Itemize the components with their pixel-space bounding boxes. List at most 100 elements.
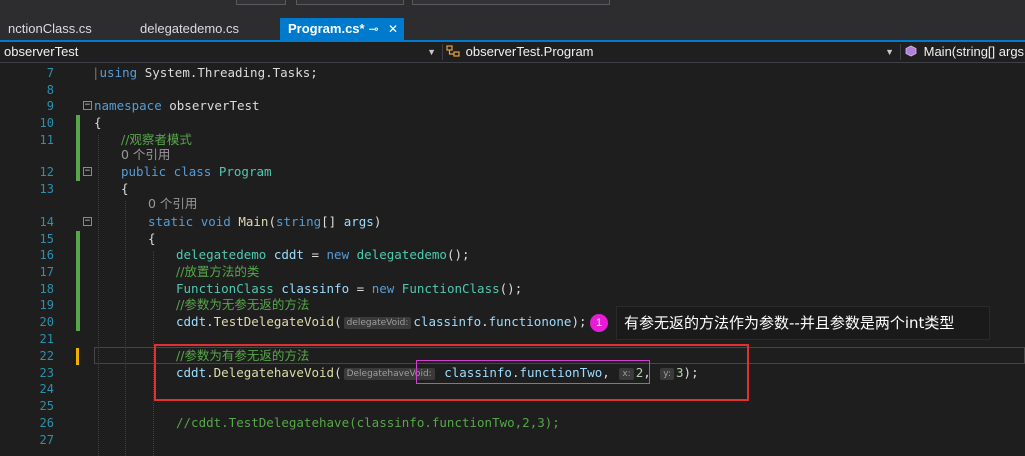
parameter: args (343, 214, 374, 229)
code-token: { (121, 181, 129, 196)
nav-divider (900, 44, 901, 60)
method-icon (904, 43, 918, 57)
document-tab-bar: nctionClass.cs delegatedemo.cs Program.c… (0, 18, 1025, 42)
member-dropdown[interactable]: Main(string[] args (902, 42, 1025, 62)
type-name: FunctionClass (176, 281, 274, 296)
class-name: observerTest.Program (465, 44, 594, 59)
type-name: delegatedemo (356, 247, 447, 262)
keyword: new (371, 281, 395, 296)
line-number: 26 (39, 416, 54, 430)
code-token: observerTest (161, 98, 260, 113)
code-line: 14 − static void Main(string[] args) (0, 214, 1025, 231)
line-number: 15 (39, 232, 54, 246)
line-number: 12 (39, 165, 54, 179)
code-line: 7 |using System.Threading.Tasks; (0, 65, 1025, 82)
type-name: Program (218, 164, 272, 179)
line-number: 9 (46, 99, 54, 113)
code-token: = (303, 247, 327, 262)
toolbar-combo[interactable] (296, 0, 404, 5)
reference-count-lens[interactable]: 0 个引用 (121, 147, 170, 163)
code-text: FunctionClass classinfo = new FunctionCl… (176, 281, 522, 297)
line-number: 13 (39, 182, 54, 196)
code-line: 11 //观察者模式 0 个引用 (0, 132, 1025, 164)
line-number: 17 (39, 265, 54, 279)
tab-label: nctionClass.cs (8, 21, 92, 36)
code-token: (); (446, 247, 470, 262)
code-text: { (121, 181, 129, 197)
code-line: 12 − public class Program (0, 164, 1025, 181)
line-number: 24 (39, 382, 54, 396)
tab-functionclass[interactable]: nctionClass.cs (0, 18, 128, 40)
code-token: ) (373, 214, 382, 229)
code-token: . (481, 314, 489, 329)
toolbar-strip (0, 0, 1025, 18)
change-marker (76, 297, 80, 314)
nav-divider (442, 44, 443, 60)
change-marker (76, 264, 80, 281)
change-marker (76, 115, 80, 132)
reference-count-lens[interactable]: 0 个引用 (148, 196, 197, 212)
class-icon (446, 43, 460, 57)
code-line: 16 delegatedemo cddt = new delegatedemo(… (0, 247, 1025, 264)
collapse-icon[interactable]: − (83, 217, 92, 226)
code-line: 26 //cddt.TestDelegatehave(classinfo.fun… (0, 415, 1025, 432)
pin-icon[interactable]: ⊸ (369, 22, 379, 36)
tab-label: Program.cs* (288, 21, 365, 36)
code-text: public class Program (121, 164, 272, 180)
change-marker (76, 132, 80, 164)
chevron-down-icon: ▼ (427, 47, 436, 57)
collapse-icon[interactable]: − (83, 167, 92, 176)
variable: classinfo (413, 314, 482, 329)
comment: //放置方法的类 (176, 264, 260, 279)
class-dropdown[interactable]: observerTest.Program ▼ (444, 42, 898, 62)
code-line: 9 − namespace observerTest (0, 98, 1025, 115)
code-line: 13 { 0 个引用 (0, 181, 1025, 213)
change-marker (76, 231, 80, 248)
code-text: delegatedemo cddt = new delegatedemo(); (176, 247, 470, 263)
project-dropdown[interactable]: observerTest ▼ (0, 42, 440, 62)
keyword: public class (121, 164, 212, 179)
line-number: 14 (39, 215, 54, 229)
tab-program[interactable]: Program.cs* ⊸ ✕ (280, 18, 404, 40)
code-line: 10 { (0, 115, 1025, 132)
tab-delegatedemo[interactable]: delegatedemo.cs (128, 18, 278, 40)
line-number: 27 (39, 433, 54, 447)
line-number: 7 (46, 66, 54, 80)
close-icon[interactable]: ✕ (388, 22, 398, 36)
keyword: using (99, 65, 138, 80)
code-token: = (349, 281, 372, 296)
change-marker (76, 281, 80, 298)
code-line: 8 (0, 82, 1025, 99)
line-number: 23 (39, 366, 54, 380)
method-name: TestDelegateVoid (213, 314, 335, 329)
code-token: System.Threading.Tasks; (137, 65, 318, 80)
code-text: cddt.TestDelegateVoid(delegateVoid: class… (176, 314, 587, 330)
keyword: void (200, 214, 231, 229)
navigation-bar: observerTest ▼ observerTest.Program ▼ Ma… (0, 42, 1025, 63)
change-marker (76, 247, 80, 264)
keyword: string (275, 214, 322, 229)
toolbar-combo[interactable] (236, 0, 286, 5)
comment: //参数为无参无返的方法 (176, 297, 310, 312)
method-name: Main (238, 214, 269, 229)
line-number: 20 (39, 315, 54, 329)
change-marker (76, 314, 80, 331)
parameter-hint: delegateVoid: (343, 317, 412, 329)
variable: cddt (176, 314, 207, 329)
keyword: static (148, 214, 194, 229)
code-line: 17 //放置方法的类 (0, 264, 1025, 281)
comment: //cddt.TestDelegatehave(classinfo.functi… (176, 415, 560, 430)
change-marker (76, 348, 79, 365)
code-token: . (206, 314, 214, 329)
member: functionone (488, 314, 572, 329)
code-text: namespace observerTest (94, 98, 260, 114)
code-line: 18 FunctionClass classinfo = new Functio… (0, 281, 1025, 298)
line-number: 18 (39, 282, 54, 296)
type-name: FunctionClass (401, 281, 500, 296)
keyword: namespace (94, 98, 162, 113)
toolbar-combo[interactable] (412, 0, 610, 5)
tab-label: delegatedemo.cs (140, 21, 240, 36)
collapse-icon[interactable]: − (83, 101, 92, 110)
comment: //观察者模式 (121, 132, 192, 147)
line-number: 11 (39, 133, 54, 147)
